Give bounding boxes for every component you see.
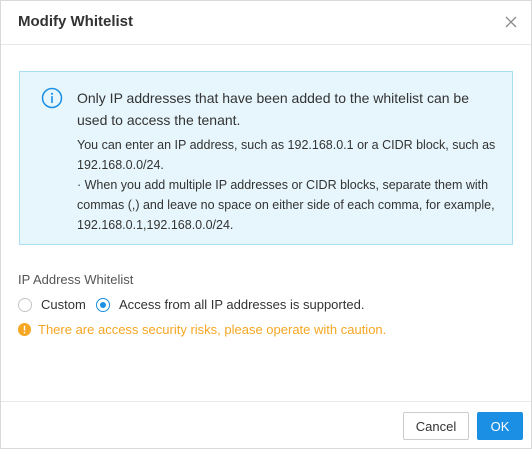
warning-icon — [18, 323, 31, 336]
info-details: You can enter an IP address, such as 192… — [77, 135, 497, 235]
warning-text: There are access security risks, please … — [38, 322, 387, 337]
cancel-button[interactable]: Cancel — [403, 412, 469, 440]
info-notice: Only IP addresses that have been added t… — [19, 71, 513, 245]
dialog-footer: Cancel OK — [1, 401, 531, 449]
radio-button[interactable] — [18, 297, 32, 312]
info-detail-line: You can enter an IP address, such as 192… — [77, 138, 496, 172]
info-detail-line: · When you add multiple IP addresses or … — [77, 178, 495, 232]
ok-button[interactable]: OK — [477, 412, 523, 440]
dialog-title: Modify Whitelist — [18, 13, 133, 30]
radio-custom[interactable]: Custom — [18, 297, 86, 312]
radio-label: Access from all IP addresses is supporte… — [119, 297, 365, 312]
radio-all-ips[interactable]: Access from all IP addresses is supporte… — [96, 297, 364, 312]
security-warning: There are access security risks, please … — [18, 322, 386, 337]
close-icon[interactable] — [503, 14, 519, 30]
modify-whitelist-dialog: Modify Whitelist Only IP addresses that … — [0, 0, 532, 449]
whitelist-label: IP Address Whitelist — [18, 272, 134, 287]
dialog-header: Modify Whitelist — [1, 1, 531, 45]
radio-button[interactable] — [96, 297, 110, 312]
radio-label: Custom — [41, 297, 86, 312]
info-main-text: Only IP addresses that have been added t… — [77, 90, 469, 128]
info-icon — [41, 87, 63, 109]
